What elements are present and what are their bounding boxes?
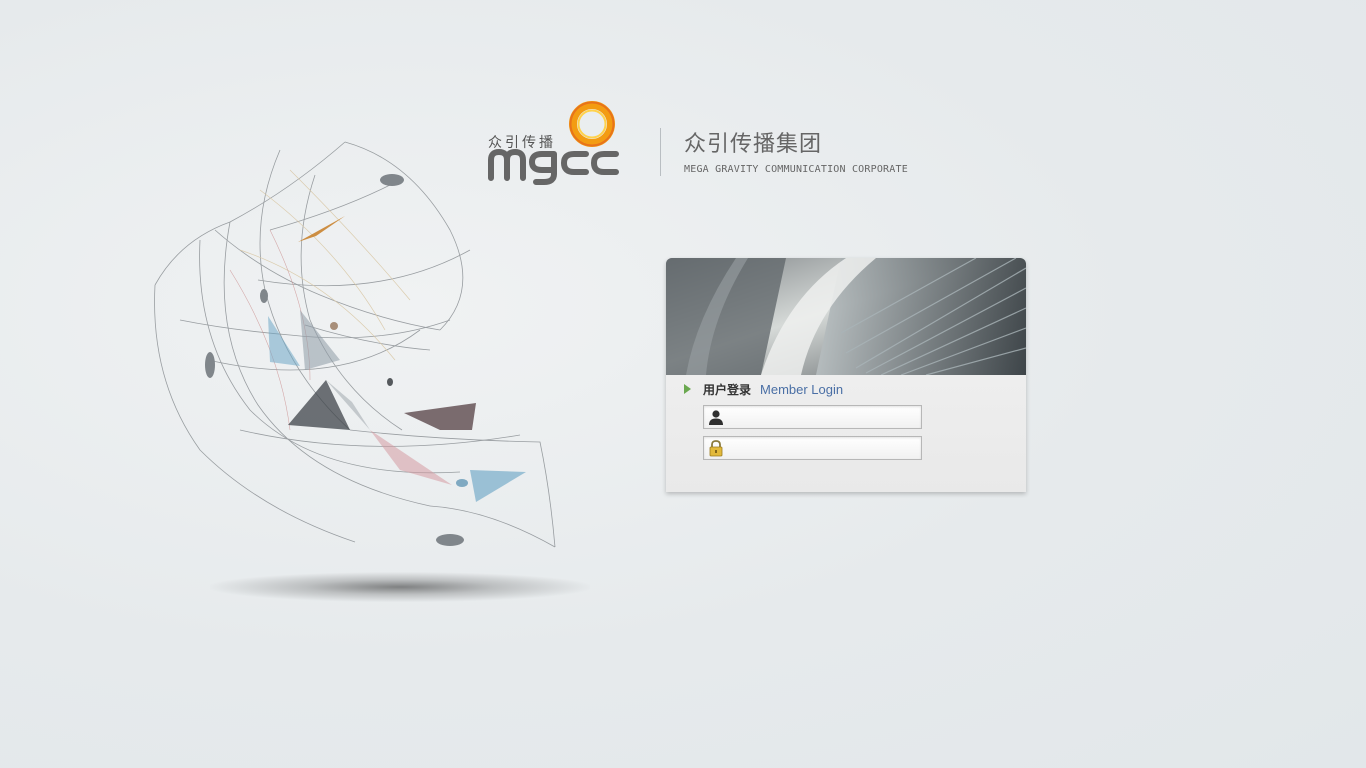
header-divider (660, 128, 661, 176)
lock-icon (709, 440, 723, 457)
wireframe-globe-illustration (154, 141, 556, 548)
login-panel: 用户登录 Member Login (666, 258, 1026, 492)
mgcc-logo: 众引传播 (484, 96, 624, 188)
user-icon (709, 410, 723, 425)
logo-ring-icon (569, 101, 615, 147)
login-heading-english: Member Login (760, 381, 844, 397)
arrow-right-icon (684, 384, 691, 394)
username-input[interactable] (730, 406, 916, 428)
logo-wordmark-mgcc (488, 149, 619, 185)
company-title: 众引传播集团 (684, 132, 823, 157)
password-field[interactable] (703, 436, 922, 460)
password-input[interactable] (730, 437, 916, 459)
username-field[interactable] (703, 405, 922, 429)
globe-shadow (210, 572, 590, 602)
login-heading-chinese: 用户登录 (703, 382, 752, 397)
login-banner-image (666, 258, 1026, 375)
login-heading: 用户登录 Member Login (684, 380, 843, 398)
company-subtitle: MEGA GRAVITY COMMUNICATION CORPORATE (684, 164, 908, 175)
